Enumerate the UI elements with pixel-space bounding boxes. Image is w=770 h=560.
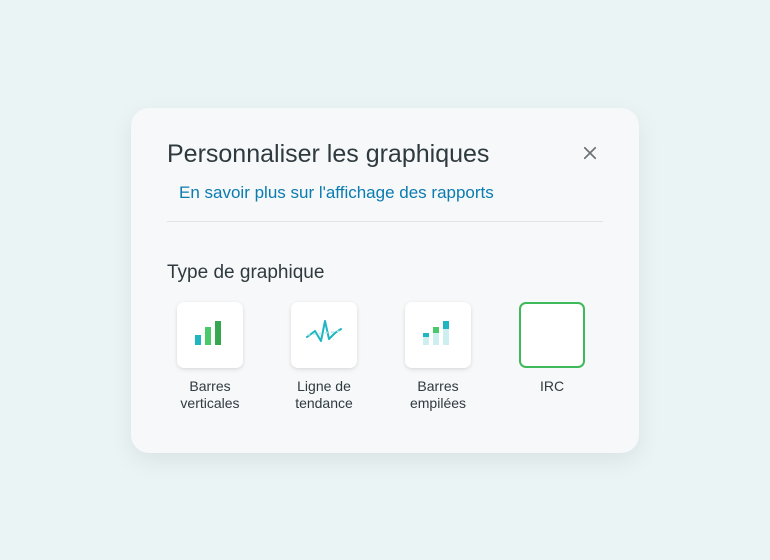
chart-type-label-text: Barres empilées: [395, 378, 481, 413]
customize-charts-dialog: Personnaliser les graphiques En savoir p…: [131, 108, 639, 453]
chart-type-trend-line[interactable]: Ligne de tendance: [281, 302, 367, 413]
chart-type-stacked-bars[interactable]: Barres empilées: [395, 302, 481, 413]
learn-more-row: En savoir plus sur l'affichage des rappo…: [167, 183, 603, 222]
chart-type-box: [177, 302, 243, 368]
chart-type-box: [405, 302, 471, 368]
chart-type-label: Type de graphique: [167, 262, 603, 284]
chart-type-box: [291, 302, 357, 368]
stacked-bars-icon: [421, 317, 455, 352]
chart-type-vertical-bars[interactable]: Barres verticales: [167, 302, 253, 413]
dialog-header: Personnaliser les graphiques: [167, 140, 603, 169]
close-icon: [581, 144, 599, 165]
chart-type-irc[interactable]: IRC: [509, 302, 595, 413]
close-button[interactable]: [577, 140, 603, 169]
learn-more-link[interactable]: En savoir plus sur l'affichage des rappo…: [167, 183, 494, 202]
dialog-title: Personnaliser les graphiques: [167, 140, 489, 169]
chart-type-label-text: IRC: [540, 378, 564, 396]
trend-line-icon: [305, 317, 343, 352]
chart-type-label-text: Barres verticales: [167, 378, 253, 413]
chart-type-list: Barres verticales Ligne de tendance: [167, 302, 603, 413]
chart-type-box: [519, 302, 585, 368]
vertical-bars-icon: [193, 317, 227, 352]
chart-type-label-text: Ligne de tendance: [281, 378, 367, 413]
